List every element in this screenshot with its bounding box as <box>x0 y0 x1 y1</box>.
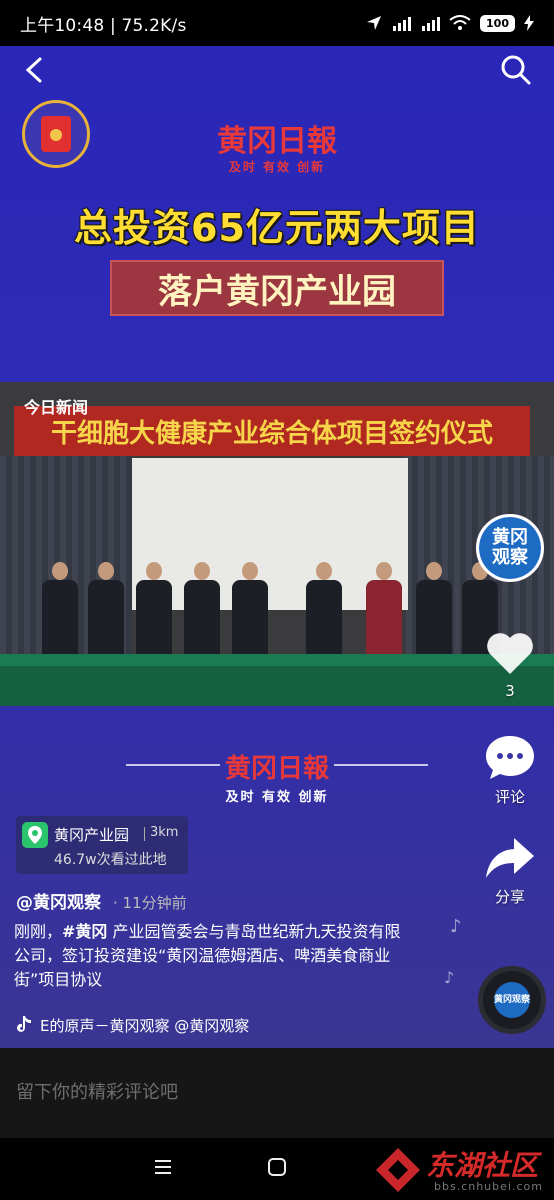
tiktok-note-icon <box>17 1016 31 1032</box>
heart-icon <box>487 633 533 674</box>
video-subheadline: 落户黄冈产业园 <box>110 260 444 316</box>
news-channel-tag: 今日新闻 <box>24 398 89 417</box>
wifi-icon <box>449 15 471 30</box>
attendee <box>230 562 270 662</box>
brand-slogan: 及时 有效 创新 <box>228 160 326 174</box>
location-separator <box>144 827 145 841</box>
attendee <box>414 562 454 662</box>
signal-hd-icon <box>393 17 412 31</box>
post-time: · 11分钟前 <box>113 894 187 912</box>
location-arrow-icon <box>367 16 382 30</box>
video-headline: 总投资65亿元两大项目 <box>74 205 480 250</box>
location-views: 46.7w次看过此地 <box>54 852 167 868</box>
location-name: 黄冈产业园 <box>54 826 130 844</box>
author-row: @黄冈观察 · 11分钟前 <box>16 888 187 913</box>
status-icons: 100 <box>366 14 534 32</box>
menu-icon[interactable] <box>152 1156 174 1178</box>
comment-bubble-icon <box>486 736 534 779</box>
attendee <box>134 562 174 662</box>
share-label: 分享 <box>494 888 525 906</box>
signing-table <box>0 654 554 706</box>
author-handle[interactable]: @黄冈观察 <box>16 893 101 913</box>
avatar-logo: 黄冈 观察 <box>479 517 541 579</box>
avatar-text-top: 黄冈 <box>492 527 528 548</box>
attendee <box>40 562 80 662</box>
brand-logo-bottom: 黄冈日報 <box>224 754 329 784</box>
signal-icon <box>422 17 441 31</box>
comment-button[interactable]: 评论 <box>476 734 544 807</box>
disc-label: 黄冈观察 <box>494 982 530 1018</box>
attendee <box>86 562 126 662</box>
location-pin-icon <box>22 822 48 848</box>
like-count: 3 <box>505 682 515 700</box>
comment-label: 评论 <box>494 788 525 806</box>
attendee <box>364 562 404 662</box>
top-nav <box>0 46 554 94</box>
music-title: E的原声－黄冈观察 @黄冈观察 <box>40 1016 250 1035</box>
ceremony-banner: 干细胞大健康产业综合体项目签约仪式 <box>14 406 530 456</box>
like-button[interactable]: 3 <box>476 630 544 700</box>
brand-logo: 黄冈日報 <box>217 124 337 159</box>
attendee <box>304 562 344 662</box>
watermark-url: bbs.cnhubei.com <box>434 1180 543 1193</box>
news-photo: 干细胞大健康产业综合体项目签约仪式 今日新闻 <box>0 382 554 706</box>
desc-prefix: 刚刚， <box>14 922 63 941</box>
watermark-title: 东湖社区 <box>426 1149 539 1182</box>
comment-bar: 留下你的精彩评论吧 <box>0 1048 554 1138</box>
attendees <box>40 552 520 662</box>
status-time-speed: 上午10:48 | 75.2K/s <box>20 15 187 36</box>
music-disc[interactable]: 黄冈观察 <box>478 966 546 1034</box>
location-chip[interactable]: 黄冈产业园 3km 46.7w次看过此地 <box>16 816 188 874</box>
attendee <box>182 562 222 662</box>
watermark: 东湖社区 bbs.cnhubei.com <box>372 1140 554 1200</box>
avatar-text-bottom: 观察 <box>492 547 528 568</box>
watermark-logo-icon <box>376 1148 420 1192</box>
battery-indicator: 100 <box>480 14 515 32</box>
home-icon[interactable] <box>266 1156 288 1178</box>
back-arrow-icon[interactable] <box>22 56 48 84</box>
floating-note-icon: ♪ <box>450 916 462 937</box>
video-player[interactable]: 黄冈日報 及时 有效 创新 总投资65亿元两大项目 落户黄冈产业园 干细胞大健康… <box>0 46 554 1048</box>
brand-slogan-bottom: 及时 有效 创新 <box>225 790 329 805</box>
charging-bolt-icon <box>524 15 534 31</box>
comment-input[interactable]: 留下你的精彩评论吧 <box>16 1078 178 1104</box>
post-description: 刚刚，#黄冈 产业园管委会与青岛世纪新九天投资有限公司，签订投资建设“黄冈温德姆… <box>14 920 414 992</box>
floating-note-icon: ♪ <box>444 968 455 987</box>
hashtag-link[interactable]: #黄冈 <box>62 922 107 941</box>
author-avatar[interactable]: 黄冈 观察 <box>476 514 544 582</box>
share-arrow-icon <box>486 838 534 878</box>
location-distance: 3km <box>150 825 179 840</box>
status-bar: 上午10:48 | 75.2K/s 100 <box>0 0 554 46</box>
share-button[interactable]: 分享 <box>476 836 544 907</box>
music-info[interactable]: E的原声－黄冈观察 @黄冈观察 <box>16 1014 276 1036</box>
search-icon[interactable] <box>500 54 532 86</box>
